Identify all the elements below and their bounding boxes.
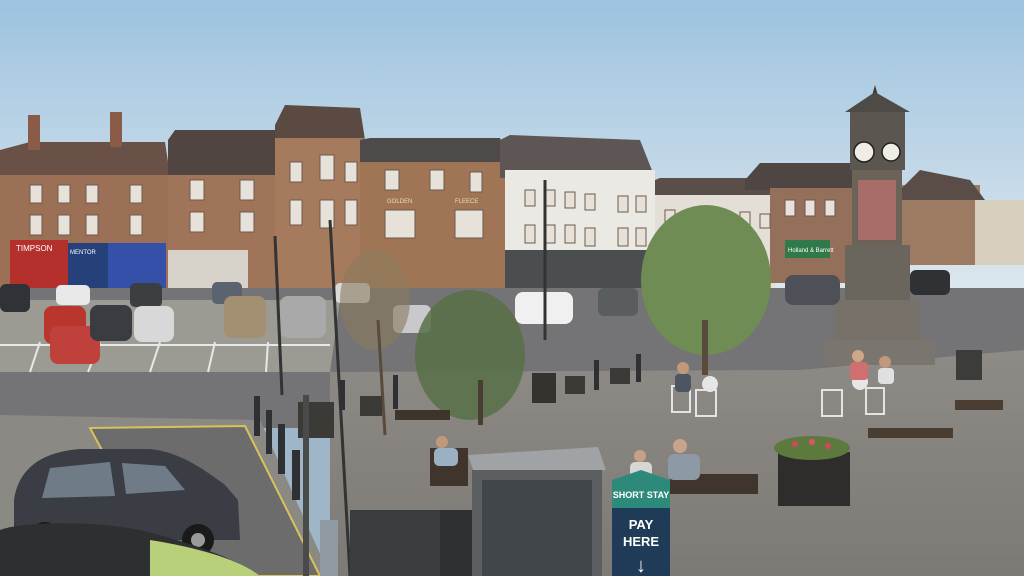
bench [395,410,450,420]
tree-bare [340,250,410,350]
bench [955,400,1003,410]
short-stay-parking-sign: SHORT STAY PAY HERE ↓ [612,470,670,576]
sign-line-pay: PAY [629,517,654,532]
bench [868,428,953,438]
sign-line-short-stay: SHORT STAY [613,490,670,500]
planter [565,376,585,394]
bin [956,350,982,380]
foreground-pole [320,520,338,576]
tree-centre [415,290,525,420]
planter [778,452,850,506]
foreground-pole [303,395,309,576]
sign-line-here: HERE [623,534,659,549]
mentor-sign: MENTOR [70,250,97,256]
town-square-webcam-view: TIMPSON MENTOR GOLDEN FLEECE Holland & B… [0,0,1024,576]
clock-face-left [853,141,875,163]
timpson-sign: TIMPSON [16,244,53,253]
holland-sign: Holland & Barrett [788,248,834,254]
down-arrow-icon: ↓ [636,555,646,576]
planter [532,373,556,403]
planter [610,368,630,384]
clock-face-right [881,142,901,162]
scene-canvas: TIMPSON MENTOR GOLDEN FLEECE Holland & B… [0,0,1024,576]
fleece-lettering: FLEECE [455,199,478,205]
golden-lettering: GOLDEN [387,199,412,205]
planter [360,396,382,416]
